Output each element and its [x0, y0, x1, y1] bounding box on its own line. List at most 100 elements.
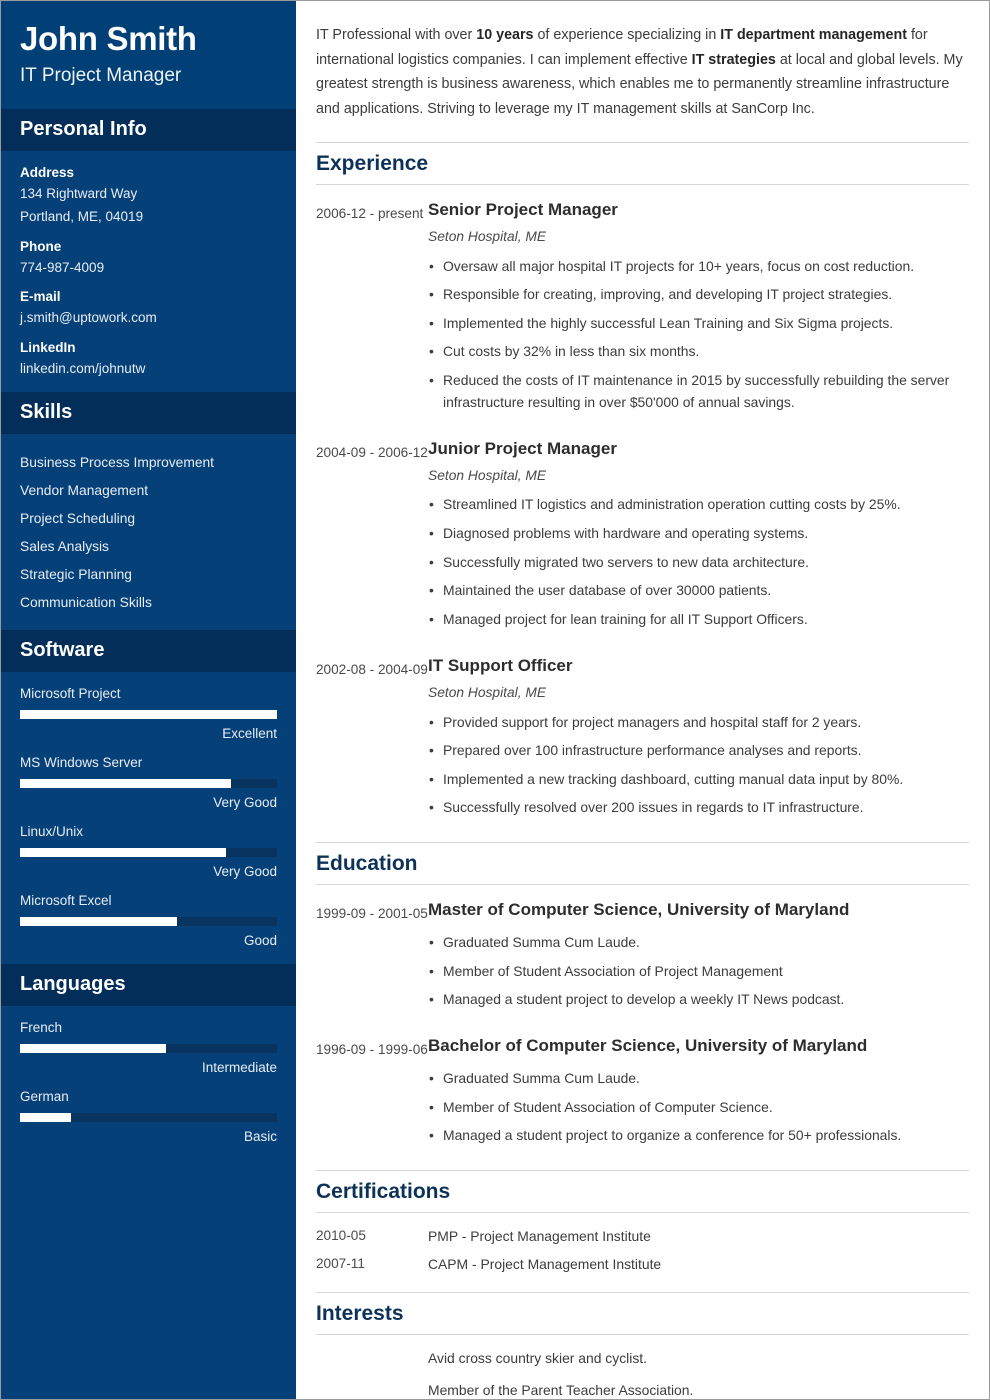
experience-body: IT Support Officer Seton Hospital, ME Prov… [428, 656, 969, 823]
language-rating: Intermediate [201, 1060, 277, 1076]
personal-info-label: LinkedIn [20, 340, 76, 356]
software-item: MS Windows Server Very Good [20, 755, 277, 810]
language-item: German Basic [20, 1089, 277, 1144]
education-date: 1996-09 - 1999-06 [316, 1042, 428, 1058]
experience-title: Junior Project Manager [428, 438, 617, 458]
personal-info-value: linkedin.com/johnutw [20, 361, 146, 377]
experience-body: Senior Project Manager Seton Hospital, ME… [428, 200, 969, 417]
experience-bullet-list: Oversaw all major hospital IT projects f… [428, 252, 969, 416]
section-heading-certifications: Certifications [316, 1170, 969, 1214]
language-label: German [20, 1089, 69, 1105]
language-bar-fill [20, 1113, 72, 1123]
education-title: Bachelor of Computer Science, University… [428, 1036, 868, 1056]
certification-entries: 2010-05 PMP - Project Management Institut… [316, 1228, 969, 1272]
skill-list-item: Project Scheduling [20, 510, 136, 526]
section-heading-experience: Experience [316, 141, 969, 185]
section-heading-education: Education [316, 842, 969, 886]
skill-list-item: Business Process Improvement [20, 454, 214, 470]
software-label: Microsoft Excel [20, 893, 112, 909]
experience-date: 2006-12 - present [316, 205, 424, 221]
interest-row: Member of the Parent Teacher Association… [316, 1382, 969, 1398]
education-date: 1999-09 - 2001-05 [316, 906, 428, 922]
section-title-skills: Skills [1, 392, 296, 435]
section-education: Education 1999-09 - 2001-05 Master of Com… [316, 842, 969, 1150]
software-bar-fill [20, 917, 177, 927]
sidebar: John Smith IT Project Manager Personal I… [1, 1, 296, 1399]
software-rating: Very Good [213, 795, 277, 811]
language-bar-track [20, 1044, 277, 1054]
personal-info-value: Portland, ME, 04019 [20, 208, 144, 224]
certification-row: 2010-05 PMP - Project Management Institut… [316, 1228, 969, 1244]
job-title: IT Project Manager [20, 64, 182, 86]
education-bullet: Graduated Summa Cum Laude. [428, 929, 969, 958]
summary-highlight: 10 years [476, 27, 534, 43]
summary-highlight: IT department management [720, 27, 907, 43]
resume-page: John Smith IT Project Manager Personal I… [0, 0, 990, 1400]
section-title-personal-info: Personal Info [1, 108, 296, 151]
experience-entry: 2004-09 - 2006-12 Junior Project Manager S… [316, 439, 969, 634]
skill-list-item: Sales Analysis [20, 538, 109, 554]
software-label: MS Windows Server [20, 755, 143, 771]
experience-bullet-list: Provided support for project managers an… [428, 708, 969, 822]
section-heading-interests: Interests [316, 1292, 969, 1336]
personal-info-body: Address 134 Rightward Way Portland, ME, 04… [1, 151, 296, 392]
interest-spacer [316, 1350, 428, 1366]
interest-row: Avid cross country skier and cyclist. [316, 1350, 969, 1366]
page-title: John Smith [20, 20, 197, 57]
experience-bullet: Successfully resolved over 200 issues in… [428, 794, 969, 823]
software-bar-track [20, 848, 277, 858]
interest-spacer [316, 1382, 428, 1398]
software-item: Microsoft Project Excellent [20, 686, 277, 741]
section-title-software: Software [1, 630, 296, 673]
section-certifications: Certifications 2010-05 PMP - Project Mana… [316, 1170, 969, 1272]
personal-info-label: E-mail [20, 289, 61, 305]
certification-text: PMP - Project Management Institute [428, 1228, 651, 1245]
education-bullet: Graduated Summa Cum Laude. [428, 1065, 969, 1094]
experience-subtitle: Seton Hospital, ME [428, 229, 547, 245]
sidebar-header: John Smith IT Project Manager [1, 1, 296, 109]
software-bar-fill [20, 779, 231, 789]
experience-body: Junior Project Manager Seton Hospital, ME… [428, 439, 969, 634]
section-interests: Interests Avid cross country skier and c… [316, 1292, 969, 1398]
software-bar-fill [20, 848, 226, 858]
experience-bullet: Managed project for lean training for al… [428, 605, 969, 634]
personal-info-value: j.smith@uptowork.com [20, 310, 157, 326]
summary-paragraph: IT Professional with over 10 years of ex… [316, 23, 969, 122]
skill-list-item: Vendor Management [20, 482, 149, 498]
education-bullet: Member of Student Association of Compute… [428, 1093, 969, 1122]
education-entry: 1999-09 - 2001-05 Master of Computer Scie… [316, 900, 969, 1014]
experience-bullet: Diagnosed problems with hardware and ope… [428, 519, 969, 548]
software-bar-fill [20, 710, 277, 720]
education-bullet-list: Graduated Summa Cum Laude.Member of Stud… [428, 1065, 969, 1151]
experience-bullet: Responsible for creating, improving, and… [428, 281, 969, 310]
interest-text: Avid cross country skier and cyclist. [428, 1350, 647, 1367]
software-body: Microsoft Project Excellent MS Windows Ser… [1, 672, 296, 964]
skills-body: Business Process Improvement Vendor Manag… [1, 434, 296, 630]
software-item: Linux/Unix Very Good [20, 824, 277, 879]
education-bullet-list: Graduated Summa Cum Laude.Member of Stud… [428, 929, 969, 1015]
software-bar-track [20, 917, 277, 927]
experience-bullet: Prepared over 100 infrastructure perform… [428, 737, 969, 766]
education-bullet: Managed a student project to organize a … [428, 1122, 969, 1151]
language-item: French Intermediate [20, 1020, 277, 1075]
certification-date: 2007-11 [316, 1256, 365, 1272]
education-entry: 1996-09 - 1999-06 Bachelor of Computer Sc… [316, 1036, 969, 1150]
certification-text: CAPM - Project Management Institute [428, 1256, 662, 1273]
software-bar-track [20, 779, 277, 789]
education-bullet: Member of Student Association of Project… [428, 957, 969, 986]
software-item: Microsoft Excel Good [20, 893, 277, 948]
section-experience: Experience 2006-12 - present Senior Proje… [316, 141, 969, 823]
experience-date: 2002-08 - 2004-09 [316, 661, 428, 677]
education-title: Master of Computer Science, University o… [428, 900, 850, 920]
experience-subtitle: Seton Hospital, ME [428, 685, 547, 701]
language-bar-fill [20, 1044, 167, 1054]
interest-entries: Avid cross country skier and cyclist. Mem… [316, 1350, 969, 1398]
experience-bullet: Streamlined IT logistics and administrat… [428, 491, 969, 520]
software-label: Microsoft Project [20, 686, 121, 702]
skill-list-item: Communication Skills [20, 594, 152, 610]
experience-title: IT Support Officer [428, 655, 573, 675]
personal-info-value: 774-987-4009 [20, 259, 105, 275]
certification-row: 2007-11 CAPM - Project Management Institu… [316, 1256, 969, 1272]
section-title-languages: Languages [1, 964, 296, 1007]
certification-date: 2010-05 [316, 1228, 366, 1244]
